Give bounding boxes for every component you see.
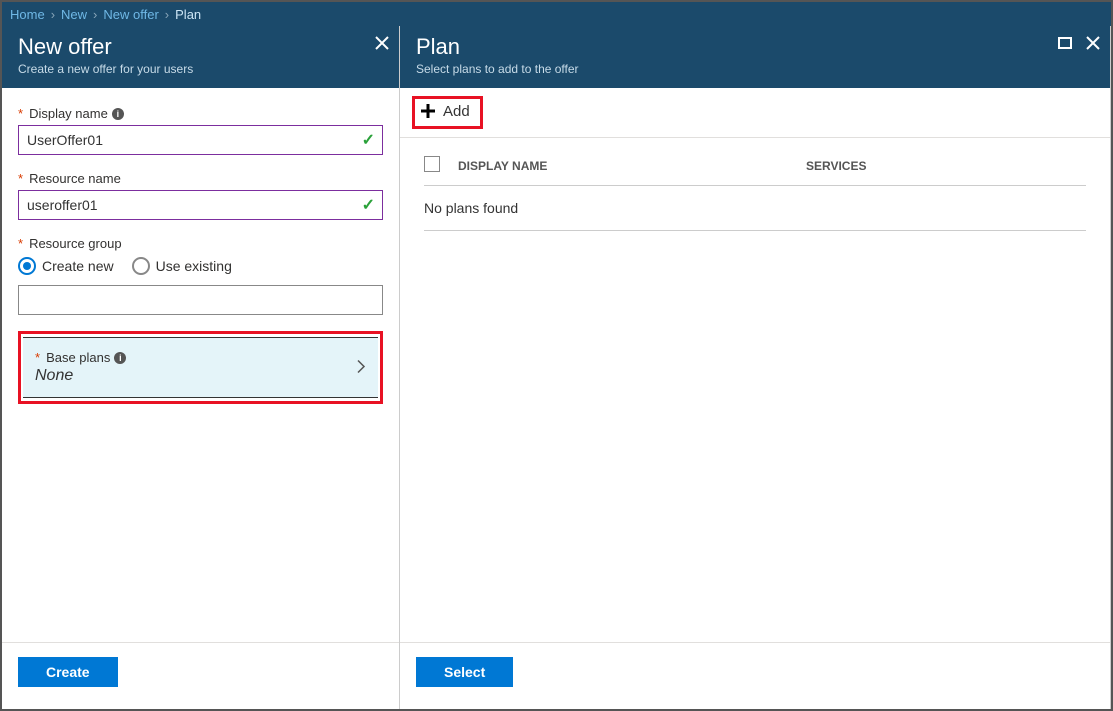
breadcrumb-new[interactable]: New [61,7,87,22]
column-display-name[interactable]: DISPLAY NAME [458,159,806,173]
plus-icon [419,102,437,120]
breadcrumb-home[interactable]: Home [10,7,45,22]
breadcrumb-separator: › [165,7,169,22]
blade-subtitle: Create a new offer for your users [18,62,383,76]
select-button[interactable]: Select [416,657,513,687]
close-icon[interactable] [375,36,389,50]
info-icon[interactable]: i [114,352,126,364]
breadcrumb-plan: Plan [175,7,201,22]
base-plans-value: None [35,367,366,385]
base-plans-label: * Base plans i [35,350,366,365]
add-button[interactable]: Add [419,102,470,120]
resource-name-label: * Resource name [18,171,383,186]
toolbar: Add [400,88,1110,138]
blade-title: Plan [416,34,1094,60]
table-header: DISPLAY NAME SERVICES [424,156,1086,186]
blade-header: Plan Select plans to add to the offer [400,26,1110,88]
plans-table: DISPLAY NAME SERVICES No plans found [400,138,1110,231]
display-name-input[interactable] [18,125,383,155]
required-indicator: * [18,236,23,251]
check-icon: ✓ [362,130,375,150]
blade-subtitle: Select plans to add to the offer [416,62,1094,76]
breadcrumb-new-offer[interactable]: New offer [103,7,158,22]
column-services[interactable]: SERVICES [806,159,1086,173]
breadcrumb: Home › New › New offer › Plan [2,2,1111,26]
chevron-right-icon [356,358,366,377]
display-name-label: * Display name i [18,106,383,121]
base-plans-highlight: * Base plans i None [18,331,383,404]
resource-group-label: * Resource group [18,236,383,251]
create-button[interactable]: Create [18,657,118,687]
required-indicator: * [18,106,23,121]
required-indicator: * [18,171,23,186]
maximize-icon[interactable] [1058,37,1072,49]
resource-name-input[interactable] [18,190,383,220]
resource-group-input[interactable] [18,285,383,315]
base-plans-selector[interactable]: * Base plans i None [23,337,378,398]
breadcrumb-separator: › [51,7,55,22]
check-icon: ✓ [362,195,375,215]
new-offer-blade: New offer Create a new offer for your us… [2,26,400,709]
add-button-highlight: Add [412,96,483,129]
select-all-checkbox[interactable] [424,156,440,172]
resource-group-use-existing-radio[interactable]: Use existing [132,257,232,275]
required-indicator: * [35,350,40,365]
blade-header: New offer Create a new offer for your us… [2,26,399,88]
breadcrumb-separator: › [93,7,97,22]
plan-blade: Plan Select plans to add to the offer [400,26,1111,709]
blade-title: New offer [18,34,383,60]
plans-empty-message: No plans found [424,186,1086,231]
info-icon[interactable]: i [112,108,124,120]
resource-group-create-new-radio[interactable]: Create new [18,257,114,275]
close-icon[interactable] [1086,36,1100,50]
